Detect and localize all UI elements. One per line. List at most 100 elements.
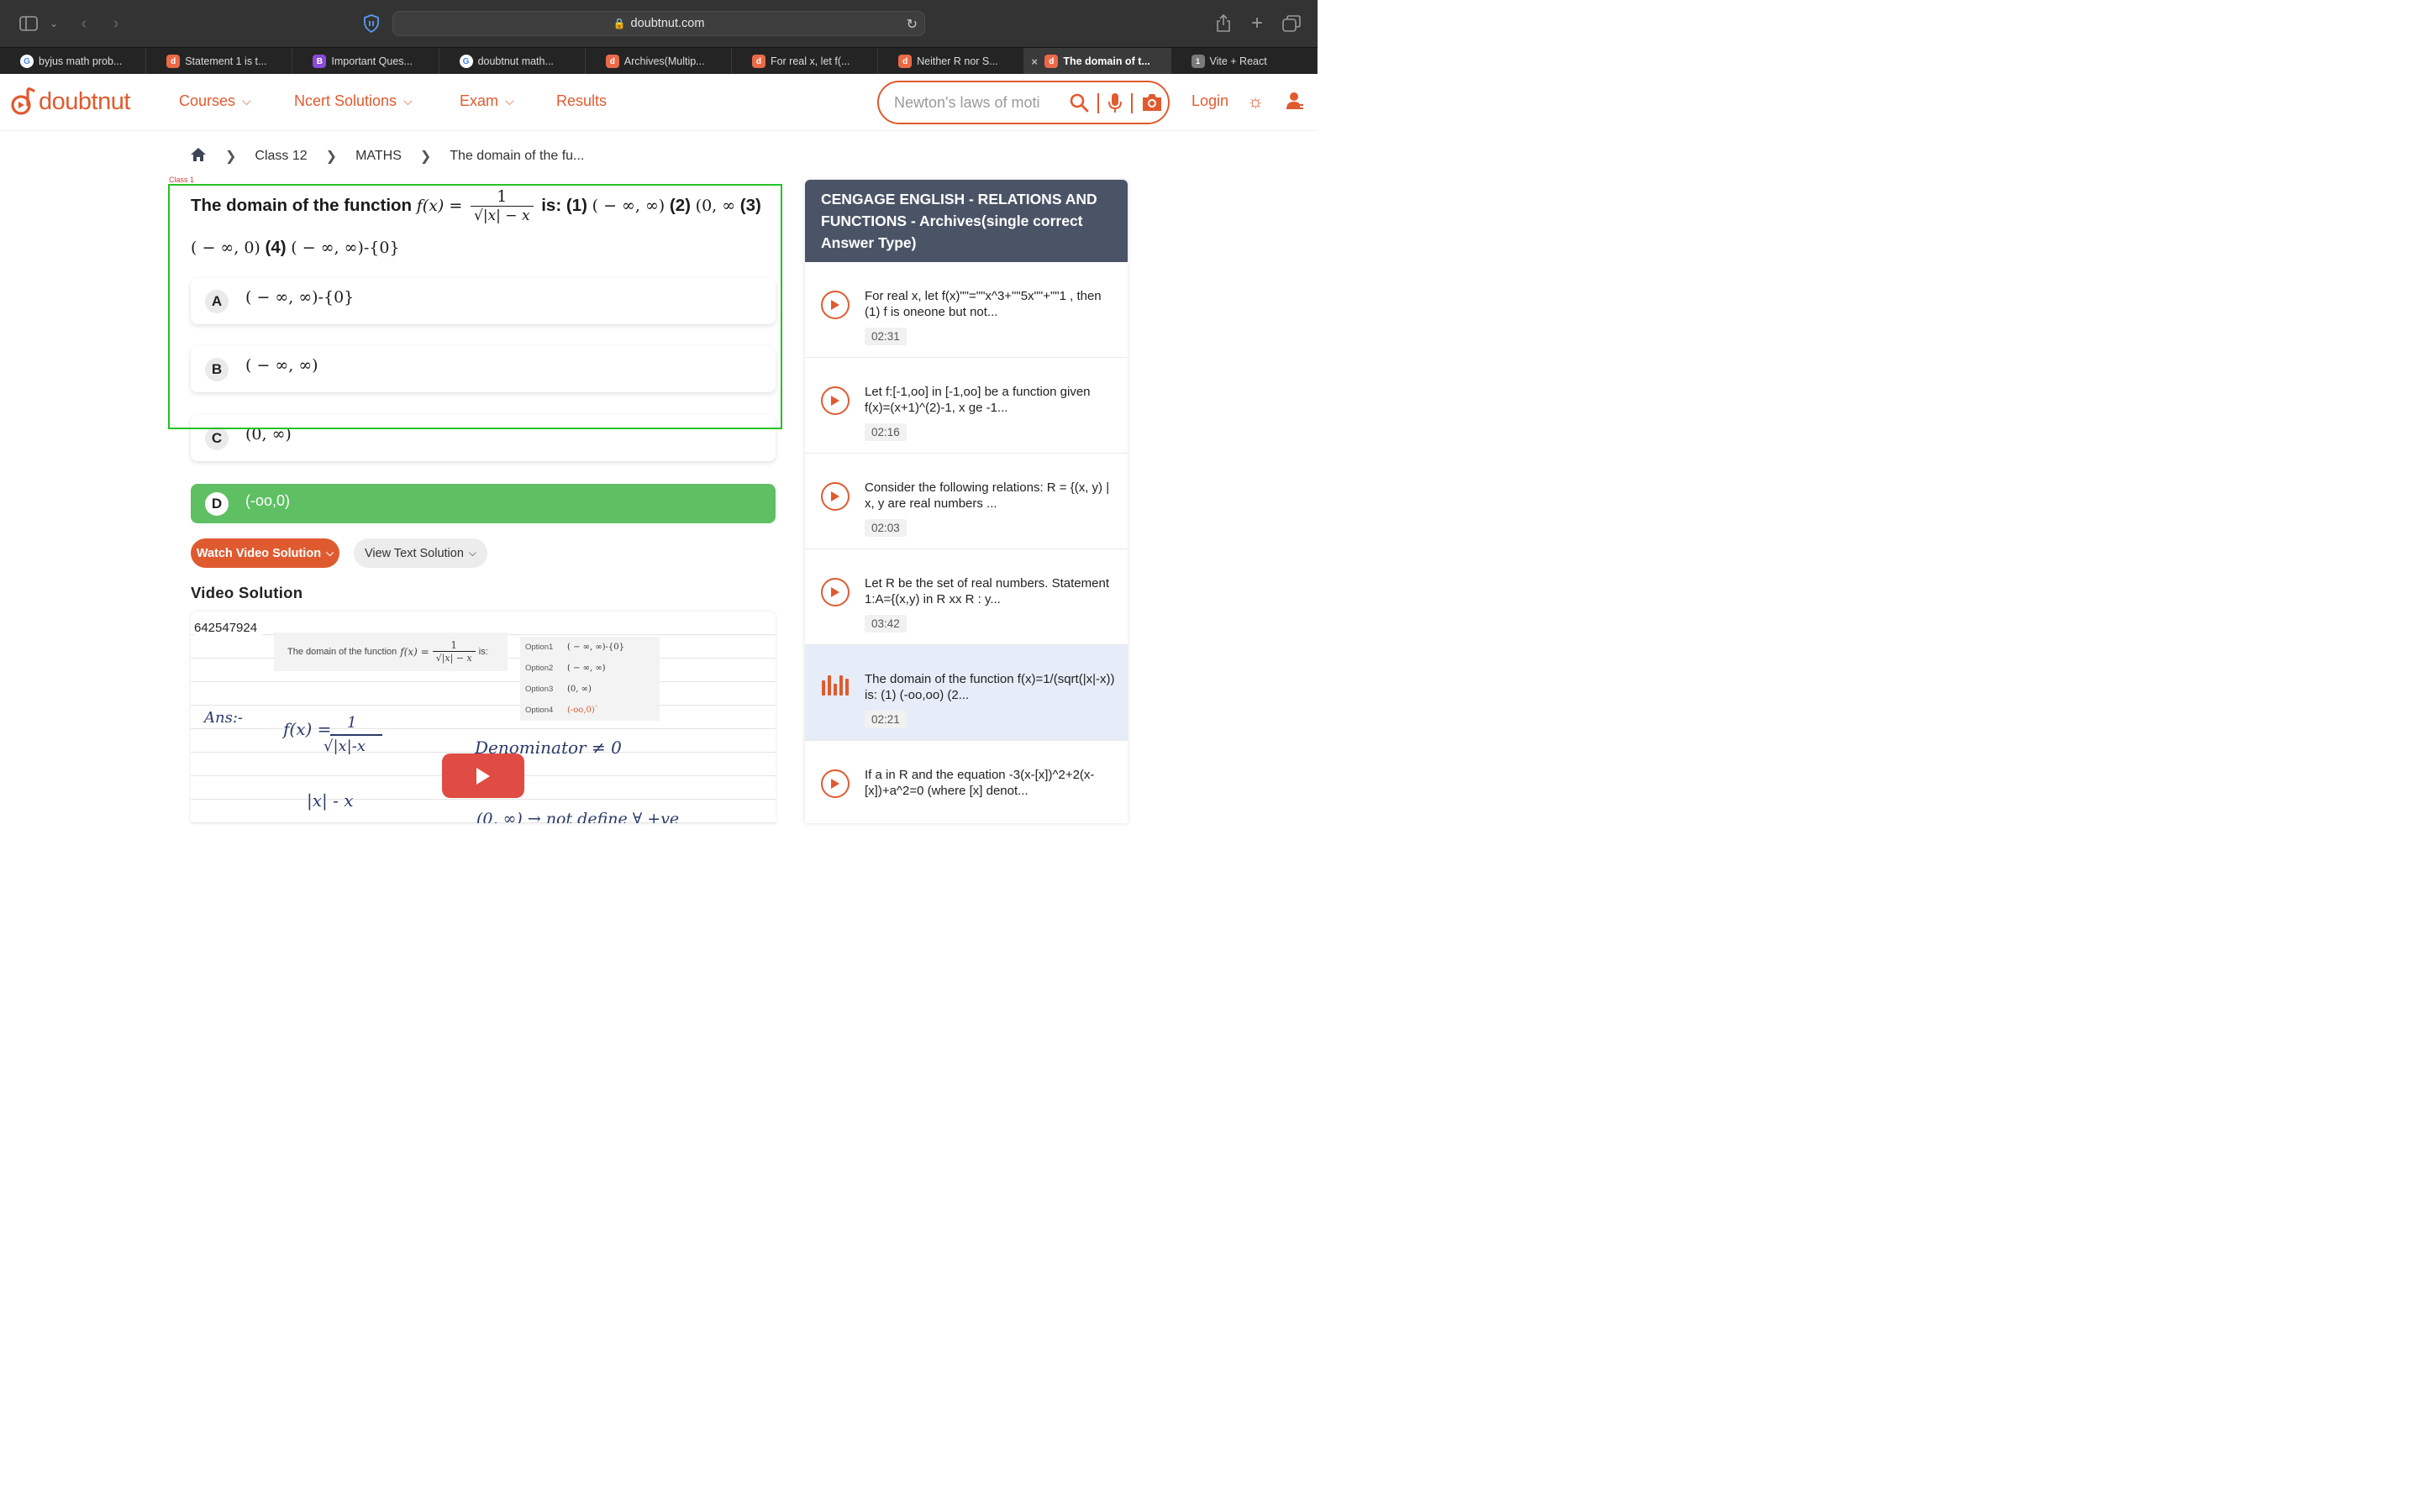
new-tab-icon[interactable]: + — [1247, 12, 1267, 34]
browser-toolbar: ⌄ ‹ › 🔒 doubtnut.com ↻ + — [0, 0, 1318, 47]
related-video-item[interactable]: If a in R and the equation -3(x-[x])^2+2… — [805, 741, 1128, 823]
nav-exam[interactable]: Exam ⌵ — [460, 92, 514, 110]
related-video-item[interactable]: Consider the following relations: R = {(… — [805, 454, 1128, 549]
login-link[interactable]: Login — [1192, 92, 1228, 110]
doubtnut-logo-icon — [11, 87, 35, 115]
question-label: (3) — [739, 196, 761, 215]
camera-icon[interactable] — [1141, 92, 1163, 117]
tab-label: Statement 1 is t... — [185, 55, 267, 67]
question-function: f(x) = — [416, 197, 463, 215]
browser-tab[interactable]: Gdoubtnut math... — [439, 48, 586, 75]
view-text-solution-button[interactable]: View Text Solution ⌵ — [354, 538, 487, 568]
tab-label: byjus math prob... — [39, 55, 123, 67]
option-text: ( − ∞, ∞) — [245, 356, 318, 375]
theme-toggle-icon[interactable]: ☼ — [1247, 91, 1264, 113]
tab-overview-icon[interactable] — [1281, 13, 1302, 34]
annotation-label: Class 1 — [169, 176, 195, 184]
browser-tab[interactable]: d Neither R nor S... — [878, 48, 1025, 75]
search-input[interactable] — [894, 93, 1054, 112]
tab-label: Archives(Multip... — [623, 55, 705, 67]
tab-label: For real x, let f(... — [770, 55, 850, 67]
address-bar[interactable]: 🔒 doubtnut.com ↻ — [392, 11, 925, 36]
video-option-label: Option4 — [525, 705, 554, 715]
breadcrumb-subject[interactable]: MATHS — [355, 149, 402, 164]
nav-courses[interactable]: Courses ⌵ — [179, 92, 251, 110]
video-duration: 02:16 — [865, 423, 907, 441]
browser-tab[interactable]: d For real x, let f(... — [732, 48, 879, 75]
nav-label: Courses — [179, 92, 236, 109]
browser-tab[interactable]: d Statement 1 is t... — [146, 48, 293, 75]
question-option-2: (0, ∞ — [695, 197, 736, 215]
related-video-item[interactable]: Let f:[-1,oo] in [-1,oo] be a function g… — [805, 358, 1128, 454]
browser-tab[interactable]: d Archives(Multip... — [586, 48, 732, 75]
number-1-icon: 1 — [1191, 55, 1205, 68]
breadcrumb: ❯ Class 12 ❯ MATHS ❯ The domain of the f… — [190, 146, 584, 166]
fraction-denominator: √|x| − x — [432, 651, 476, 664]
watch-video-solution-button[interactable]: Watch Video Solution ⌵ — [191, 538, 339, 568]
play-icon[interactable] — [821, 291, 850, 319]
option-d-correct[interactable]: D (-oo,0) — [191, 484, 776, 523]
related-video-item-playing[interactable]: The domain of the function f(x)=1/(sqrt(… — [805, 645, 1128, 741]
video-play-button[interactable] — [442, 753, 524, 798]
video-options-list: Option1 ( − ∞, ∞)-{0} Option2 ( − ∞, ∞) Op… — [520, 637, 660, 721]
video-id: 642547924 — [194, 621, 263, 635]
video-player[interactable]: 642547924 The domain of the function f(x… — [191, 612, 776, 823]
nav-results[interactable]: Results — [556, 92, 607, 110]
browser-tab[interactable]: × d The domain of t... — [1024, 48, 1171, 75]
related-video-item[interactable]: For real x, let f(x)""=""x^3+""5x""+""1 … — [805, 262, 1128, 358]
tab-label: Neither R nor S... — [917, 55, 998, 67]
browser-tab[interactable]: B Important Ques... — [292, 48, 439, 75]
doubtnut-logo[interactable]: doubtnut — [10, 87, 130, 116]
play-icon[interactable] — [821, 769, 850, 798]
fraction-numerator: 1 — [450, 638, 458, 651]
chevron-down-icon: ⌵ — [242, 94, 251, 108]
question-label: (4) — [265, 238, 287, 257]
nav-ncert-solutions[interactable]: Ncert Solutions ⌵ — [294, 92, 413, 110]
video-question-suffix: is: — [478, 647, 488, 657]
home-icon[interactable] — [190, 147, 207, 166]
option-letter: C — [205, 427, 229, 450]
video-question-card: The domain of the function f(x) = 1 √|x|… — [274, 633, 508, 671]
microphone-icon[interactable] — [1107, 92, 1123, 118]
reload-icon[interactable]: ↻ — [907, 16, 918, 33]
video-question-function: f(x) = — [400, 646, 429, 658]
option-b[interactable]: B ( − ∞, ∞) — [191, 346, 776, 392]
related-video-item[interactable]: Let R be the set of real numbers. Statem… — [805, 549, 1128, 645]
chevron-down-icon: ⌵ — [326, 547, 334, 559]
breadcrumb-class[interactable]: Class 12 — [255, 149, 307, 164]
browser-tab[interactable]: Gbyjus math prob... — [0, 48, 147, 75]
video-option-value: ( − ∞, ∞)-{0} — [567, 642, 625, 652]
doubtnut-icon: d — [166, 55, 181, 68]
option-c[interactable]: C (0, ∞) — [191, 415, 776, 461]
search-icon[interactable] — [1069, 92, 1089, 117]
video-option: Option2 ( − ∞, ∞) — [520, 658, 660, 679]
play-icon[interactable] — [821, 386, 850, 415]
user-icon[interactable] — [1286, 91, 1304, 115]
nav-label: Ncert Solutions — [294, 92, 397, 109]
video-option: Option4 (-oo,0)` — [520, 700, 660, 721]
chevron-down-icon[interactable]: ⌄ — [44, 13, 64, 34]
forward-icon[interactable]: › — [106, 13, 126, 34]
related-panel-title: CENGAGE ENGLISH - RELATIONS AND FUNCTION… — [805, 180, 1128, 262]
browser-tab[interactable]: 1 Vite + React — [1171, 48, 1318, 75]
privacy-shield-icon[interactable] — [361, 13, 381, 34]
sidebar-toggle-icon[interactable] — [18, 13, 39, 34]
option-a[interactable]: A ( − ∞, ∞)-{0} — [191, 278, 776, 324]
handwriting-ans: Ans:- — [204, 709, 243, 727]
video-duration: 02:21 — [865, 711, 907, 728]
play-icon[interactable] — [821, 482, 850, 511]
close-tab-icon[interactable]: × — [1031, 55, 1038, 68]
handwriting-fraction-line — [330, 734, 382, 736]
video-question-fraction: 1 √|x| − x — [432, 638, 476, 664]
related-video-title: Let f:[-1,oo] in [-1,oo] be a function g… — [865, 385, 1091, 415]
back-icon[interactable]: ‹ — [74, 13, 94, 34]
divider — [1131, 93, 1133, 113]
video-duration: 03:42 — [865, 615, 907, 633]
handwriting-line: (0, ∞) → not define ∀ +ve — [476, 810, 680, 823]
nav-label: Results — [556, 92, 608, 109]
play-icon[interactable] — [821, 578, 850, 606]
question-text: The domain of the function f(x) = 1 √|x|… — [191, 185, 771, 269]
share-icon[interactable] — [1213, 13, 1234, 34]
search-bar — [877, 81, 1170, 124]
related-videos-panel: CENGAGE ENGLISH - RELATIONS AND FUNCTION… — [805, 180, 1128, 823]
